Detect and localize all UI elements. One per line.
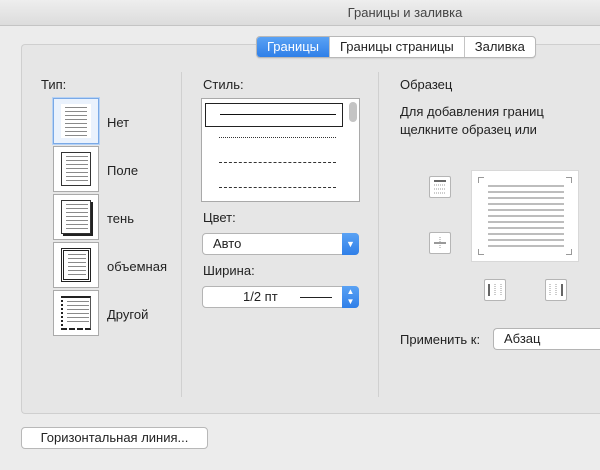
preview-hint: Для добавления границ щелкните образец и…	[400, 104, 544, 137]
type-item-none[interactable]	[53, 98, 99, 144]
border-none-icon	[61, 104, 91, 138]
divider-left	[181, 72, 182, 397]
border-middle-icon	[434, 237, 446, 249]
border-top-icon	[434, 180, 446, 194]
border-top-button[interactable]	[429, 176, 451, 198]
type-label: Тип:	[41, 77, 67, 92]
preview-label: Образец	[400, 77, 453, 92]
type-item-3d-label: объемная	[107, 259, 167, 274]
border-3d-icon	[61, 248, 91, 282]
chevron-down-icon: ▼	[342, 233, 359, 255]
type-item-shadow-label: тень	[107, 211, 134, 226]
type-item-3d[interactable]	[53, 242, 99, 288]
line-style-list[interactable]	[201, 98, 360, 202]
apply-to-value: Абзац	[504, 331, 541, 346]
tab-page-borders[interactable]: Границы страницы	[329, 37, 464, 57]
line-style-dashed[interactable]	[219, 162, 336, 163]
color-popup[interactable]: Авто ▼	[202, 233, 359, 255]
width-line-preview	[300, 297, 332, 298]
apply-to-popup[interactable]: Абзац	[493, 328, 600, 350]
line-style-solid[interactable]	[205, 103, 343, 127]
line-style-dotted[interactable]	[219, 137, 336, 138]
border-right-icon	[549, 284, 563, 296]
updown-chevron-icon: ▲ ▼	[342, 286, 359, 308]
border-box-icon	[61, 152, 91, 186]
window-title: Границы и заливка	[0, 0, 600, 26]
style-label: Стиль:	[203, 77, 244, 92]
type-item-shadow[interactable]	[53, 194, 99, 240]
type-item-custom[interactable]	[53, 290, 99, 336]
border-shadow-icon	[61, 200, 91, 234]
color-value: Авто	[213, 236, 242, 251]
width-value: 1/2 пт	[243, 289, 278, 304]
border-custom-icon	[61, 296, 91, 330]
horizontal-line-button[interactable]: Горизонтальная линия...	[21, 427, 208, 449]
border-right-button[interactable]	[545, 279, 567, 301]
type-item-custom-label: Другой	[107, 307, 149, 322]
type-item-box-label: Поле	[107, 163, 139, 178]
color-label: Цвет:	[203, 210, 236, 225]
type-item-box[interactable]	[53, 146, 99, 192]
border-middle-button[interactable]	[429, 232, 451, 254]
tab-shading[interactable]: Заливка	[463, 37, 535, 57]
border-left-icon	[488, 284, 502, 296]
type-item-none-label: Нет	[107, 115, 130, 130]
tab-borders[interactable]: Границы	[257, 37, 329, 57]
style-list-scrollbar[interactable]	[349, 102, 357, 122]
divider-right	[378, 72, 379, 397]
width-popup[interactable]: 1/2 пт ▲ ▼	[202, 286, 359, 308]
line-style-long-dashed[interactable]	[219, 187, 336, 188]
width-label: Ширина:	[203, 263, 255, 278]
apply-to-label: Применить к:	[400, 332, 481, 347]
tab-bar: Границы Границы страницы Заливка	[256, 36, 536, 58]
border-left-button[interactable]	[484, 279, 506, 301]
border-preview[interactable]	[471, 170, 579, 262]
